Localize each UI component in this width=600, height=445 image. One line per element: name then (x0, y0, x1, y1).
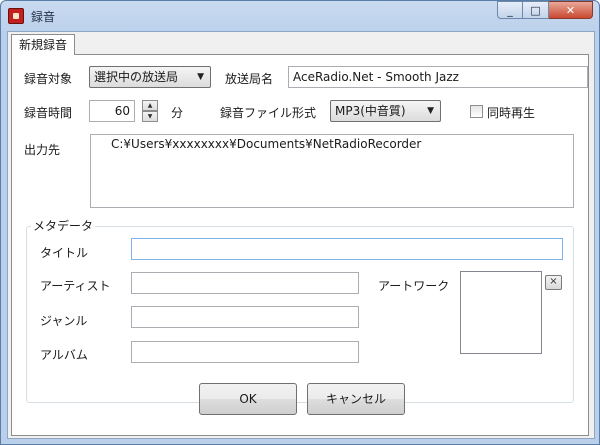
format-select-value: MP3(中音質) (335, 104, 406, 118)
output-path-text: C:¥Users¥xxxxxxxx¥Documents¥NetRadioReco… (111, 137, 422, 151)
target-select[interactable]: 選択中の放送局 ▼ (89, 66, 211, 88)
cancel-button[interactable]: キャンセル (307, 383, 405, 415)
minimize-button[interactable]: _ (497, 1, 523, 19)
format-select[interactable]: MP3(中音質) ▼ (330, 100, 441, 122)
caption-buttons: _ □ ✕ (497, 1, 593, 19)
duration-input[interactable]: 60 (89, 100, 135, 122)
metadata-group-title: メタデータ (31, 217, 96, 234)
album-label: アルバム (40, 348, 88, 362)
title-bar[interactable]: 録音 _ □ ✕ (1, 1, 599, 31)
recording-dialog-window: 録音 _ □ ✕ 新規録音 録音対象 選択中の放送局 ▼ 放送局名 録音時間 6… (0, 0, 600, 445)
artist-label: アーティスト (40, 279, 111, 293)
spin-up-icon[interactable]: ▲ (142, 100, 158, 111)
new-recording-panel: 録音対象 選択中の放送局 ▼ 放送局名 録音時間 60 ▲ ▼ 分 録音ファイル… (11, 54, 589, 436)
tab-new-recording[interactable]: 新規録音 (11, 34, 76, 55)
chevron-down-icon: ▼ (427, 106, 434, 116)
station-name-field[interactable] (288, 66, 588, 88)
close-button[interactable]: ✕ (549, 1, 593, 19)
title-label: タイトル (40, 246, 89, 260)
album-field[interactable] (131, 341, 359, 363)
output-label: 出力先 (24, 143, 61, 157)
artwork-clear-button[interactable]: × (545, 275, 562, 290)
simultaneous-play-checkbox[interactable] (470, 105, 483, 118)
format-label: 録音ファイル形式 (220, 106, 317, 120)
duration-label: 録音時間 (24, 106, 73, 120)
dialog-client-area: 新規録音 録音対象 選択中の放送局 ▼ 放送局名 録音時間 60 ▲ ▼ 分 録… (7, 31, 595, 439)
genre-label: ジャンル (40, 314, 88, 328)
artist-field[interactable] (131, 272, 359, 294)
recorder-app-icon (8, 8, 24, 24)
artwork-label: アートワーク (378, 279, 450, 293)
target-label: 録音対象 (24, 72, 73, 86)
artwork-drop-area[interactable] (460, 271, 542, 354)
chevron-down-icon: ▼ (197, 72, 204, 82)
simultaneous-play-label: 同時再生 (487, 106, 536, 120)
genre-field[interactable] (131, 306, 359, 328)
title-field[interactable] (131, 238, 563, 260)
maximize-button[interactable]: □ (523, 1, 549, 19)
window-title: 録音 (31, 10, 56, 24)
duration-spinner: ▲ ▼ (142, 100, 158, 122)
duration-unit: 分 (171, 106, 184, 120)
station-label: 放送局名 (225, 72, 274, 86)
output-path-field[interactable]: C:¥Users¥xxxxxxxx¥Documents¥NetRadioReco… (90, 134, 574, 208)
spin-down-icon[interactable]: ▼ (142, 111, 158, 122)
ok-button[interactable]: OK (199, 383, 297, 415)
target-select-value: 選択中の放送局 (94, 70, 179, 84)
